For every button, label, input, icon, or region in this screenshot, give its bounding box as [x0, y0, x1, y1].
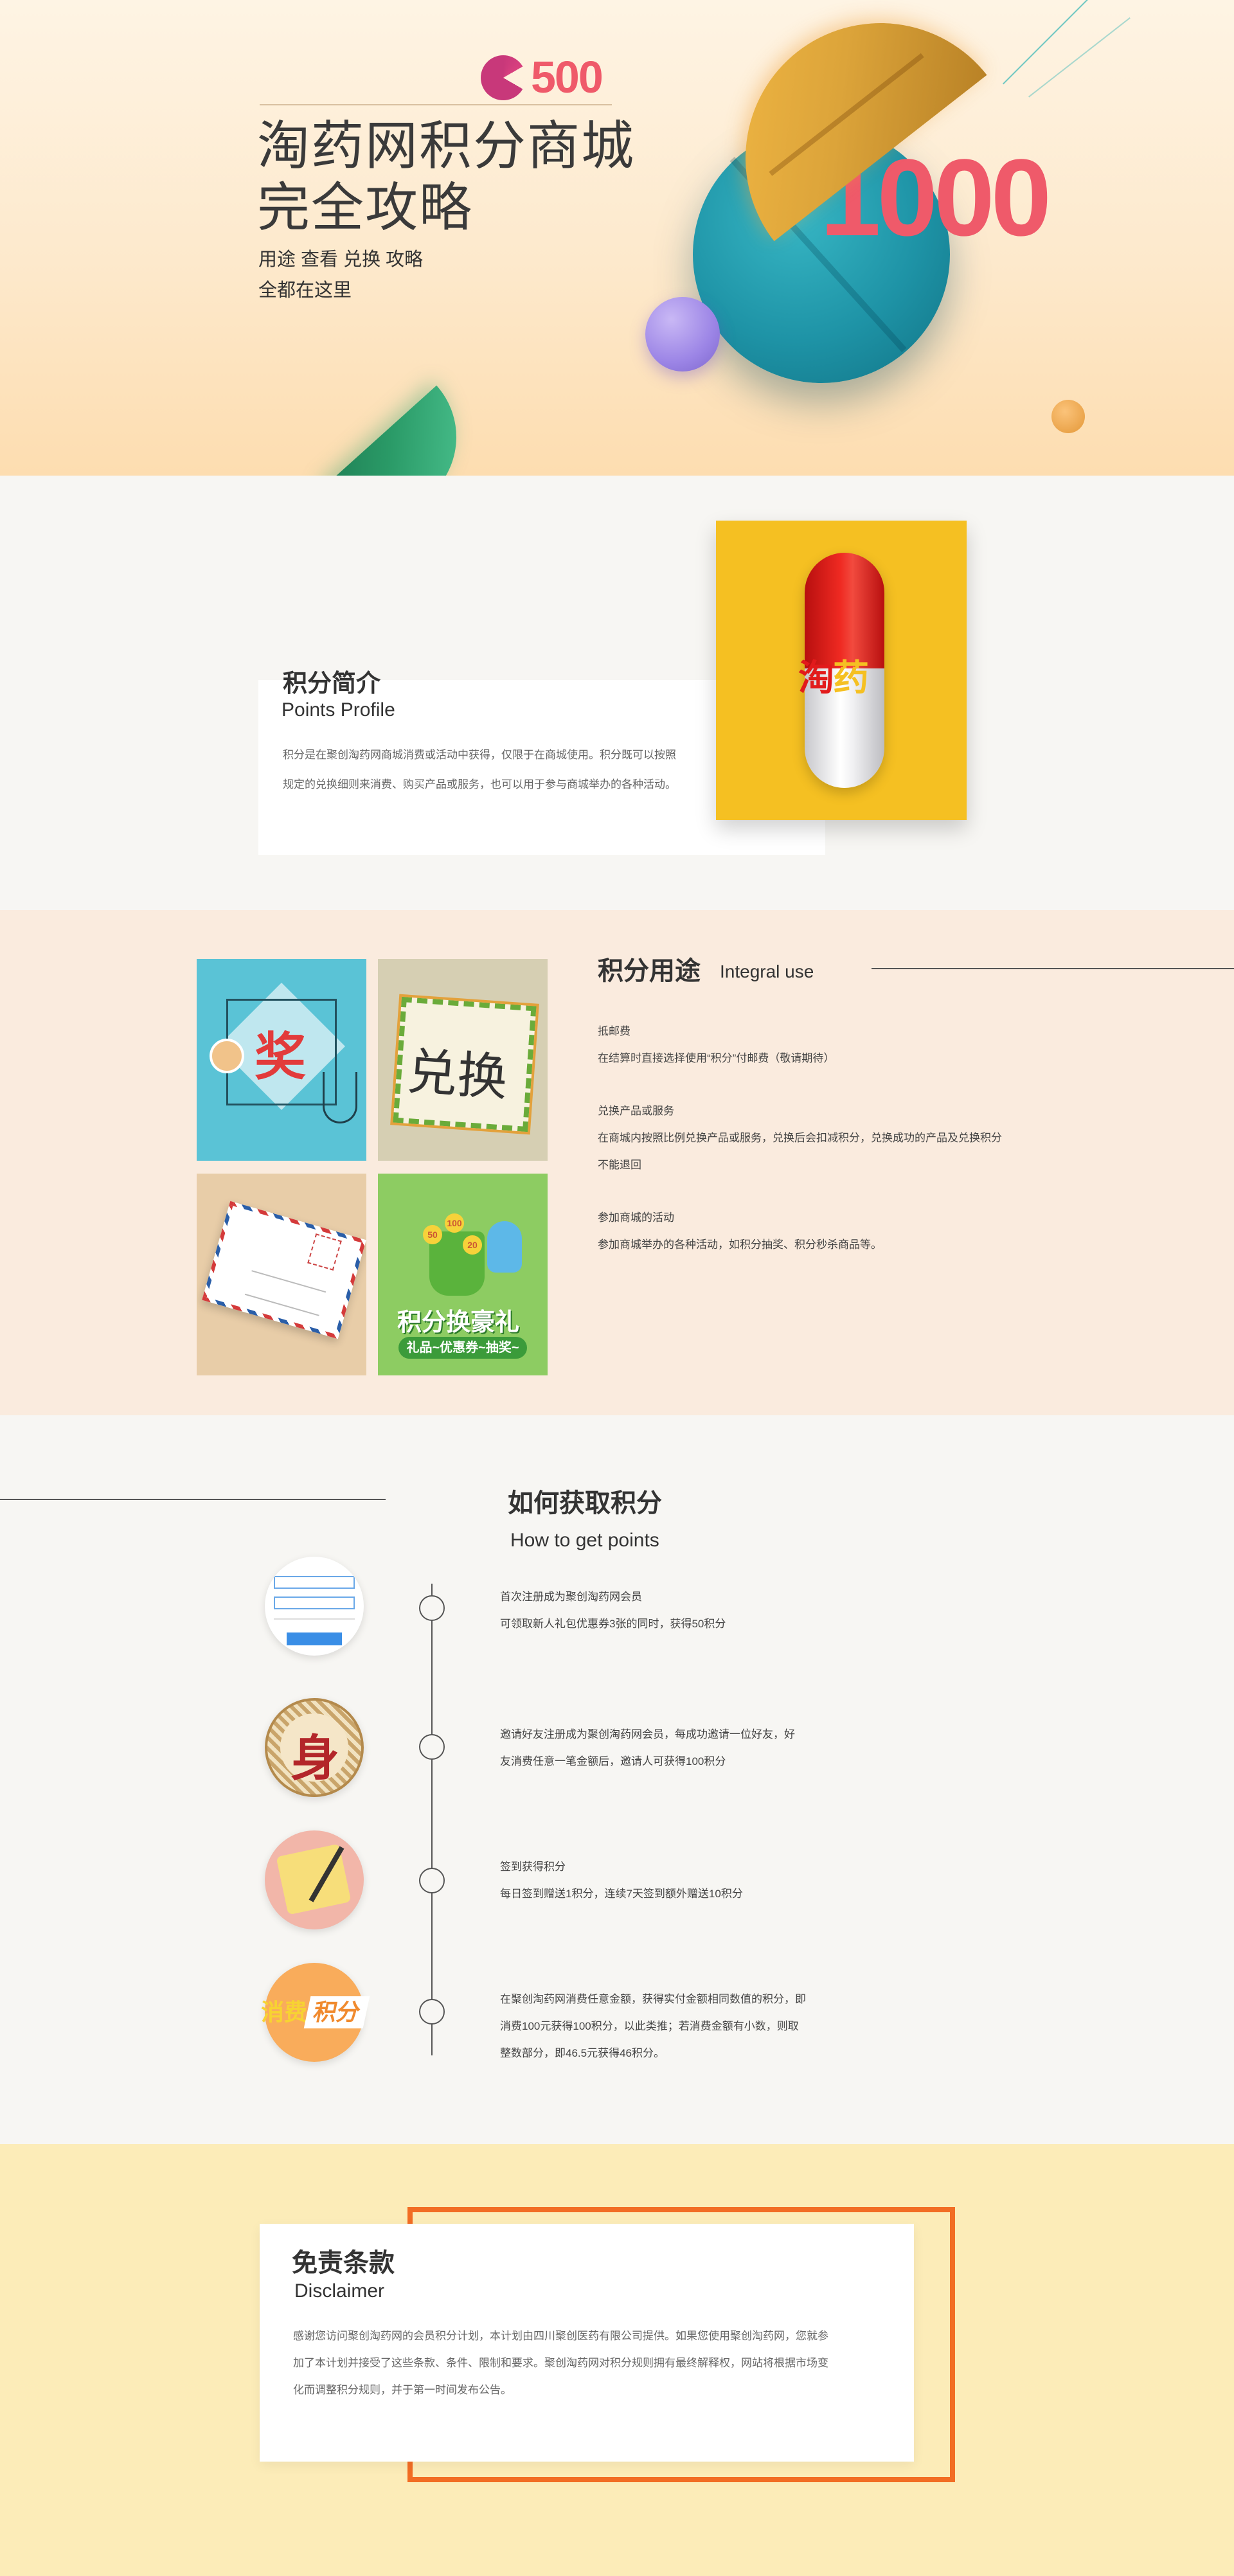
integral-use-section: 奖 兑换 50 100 20 积分换豪礼 礼品~优惠券~抽奖~ 积分用途 Int…	[0, 910, 1234, 1415]
hero-subtitle-line1: 用途 查看 兑换 攻略	[258, 249, 424, 270]
use-item: 参加商城的活动 参加商城举办的各种活动，如积分抽奖、积分秒杀商品等。	[598, 1204, 1009, 1258]
register-form-icon	[265, 1557, 364, 1656]
disclaimer-title-cn: 免责条款	[292, 2249, 395, 2277]
page-title-line2: 完全攻略	[257, 179, 474, 237]
disclaimer-section: 免责条款 Disclaimer 感谢您访问聚创淘药网的会员积分计划，本计划由四川…	[0, 2144, 1234, 2576]
use-item: 兑换产品或服务 在商城内按照比例兑换产品或服务，兑换后会扣减积分，兑换成功的产品…	[598, 1098, 1009, 1179]
hero-subtitle: 用途 查看 兑换 攻略 全都在这里	[258, 244, 423, 306]
consume-points-label: 消费 积分	[261, 1996, 374, 2028]
how-step-line: 整数部分，即46.5元获得46积分。	[500, 2047, 665, 2059]
decor-line	[1003, 0, 1122, 85]
orange-pill-illustration	[1051, 400, 1085, 433]
timeline-node	[419, 1868, 445, 1893]
how-step-line: 在聚创淘药网消费任意金额，获得实付金额相同数值的积分，即	[500, 1993, 806, 2005]
use-item-heading: 兑换产品或服务	[598, 1105, 674, 1117]
use-title-en: Integral use	[720, 962, 814, 981]
capsule-label-a: 淘	[798, 657, 834, 698]
how-step-text: 首次注册成为聚创淘药网会员 可领取新人礼包优惠券3张的同时，获得50积分	[500, 1584, 860, 1638]
timeline-node	[419, 1595, 445, 1621]
how-divider	[0, 1499, 386, 1500]
gift-tile-title: 积分换豪礼	[397, 1309, 520, 1336]
how-step-line: 每日签到赠送1积分，连续7天签到额外赠送10积分	[500, 1888, 743, 1900]
use-item-heading: 抵邮费	[598, 1025, 630, 1037]
use-item-heading: 参加商城的活动	[598, 1212, 674, 1224]
gift-tile: 50 100 20 积分换豪礼 礼品~优惠券~抽奖~	[378, 1174, 548, 1375]
dolphin-mascot-icon	[487, 1221, 522, 1273]
postage-tile	[197, 1174, 366, 1375]
page-title: 淘药网积分商城 完全攻略	[257, 116, 656, 239]
seal-glyph: 身	[291, 1731, 339, 1786]
disclaimer-description: 感谢您访问聚创淘药网的会员积分计划，本计划由四川聚创医药有限公司提供。如果您使用…	[293, 2330, 828, 2396]
how-step-line: 首次注册成为聚创淘药网会员	[500, 1591, 642, 1603]
timeline-node	[419, 1734, 445, 1760]
how-title-en: How to get points	[510, 1530, 659, 1551]
hero-subtitle-line2: 全都在这里	[258, 280, 352, 301]
how-step-line: 消费100元获得100积分，以此类推；若消费金额有小数，则取	[500, 2020, 799, 2032]
reward-tile-label: 奖	[255, 1028, 306, 1086]
title-divider	[260, 104, 612, 105]
consume-points-label-a: 消费	[261, 1999, 308, 2025]
reward-tile: 奖	[197, 959, 366, 1161]
points-500-badge: 500	[531, 52, 604, 102]
how-step-line: 可领取新人礼包优惠券3张的同时，获得50积分	[500, 1618, 726, 1630]
how-title-cn: 如何获取积分	[508, 1489, 662, 1517]
consume-points-icon: 消费 积分	[261, 1963, 370, 2062]
profile-description: 积分是在聚创淘药网商城消费或活动中获得，仅限于在商城使用。积分既可以按照规定的兑…	[283, 749, 676, 791]
envelope-icon	[202, 1201, 366, 1339]
coin-icon: 100	[445, 1213, 464, 1233]
capsule-label: 淘药	[798, 649, 869, 701]
how-step-text: 在聚创淘药网消费任意金额，获得实付金额相同数值的积分，即 消费100元获得100…	[500, 1986, 860, 2067]
coin-icon: 20	[463, 1235, 482, 1255]
exchange-tile: 兑换	[378, 959, 548, 1161]
exchange-tile-label: 兑换	[405, 1042, 510, 1107]
use-divider	[872, 968, 1234, 969]
calendar-sign-icon	[265, 1830, 364, 1929]
profile-title-en: Points Profile	[282, 699, 395, 720]
hero-banner: 1000 500 淘药网积分商城 完全攻略 用途 查看 兑换 攻略 全都在这里	[0, 0, 1234, 476]
use-item: 抵邮费 在结算时直接选择使用“积分”付邮费（敬请期待）	[598, 1018, 1009, 1072]
owl-icon	[210, 1039, 244, 1073]
how-step-line: 友消费任意一笔金额后，邀请人可获得100积分	[500, 1755, 726, 1767]
how-step-text: 签到获得积分 每日签到赠送1积分，连续7天签到额外赠送10积分	[500, 1854, 860, 1908]
purple-pill-illustration	[645, 297, 720, 371]
timeline-node	[419, 1999, 445, 2025]
how-step-text: 邀请好友注册成为聚创淘药网会员，每成功邀请一位好友，好 友消费任意一笔金额后，邀…	[500, 1721, 860, 1775]
use-item-body: 在结算时直接选择使用“积分”付邮费（敬请期待）	[598, 1052, 835, 1064]
gift-tile-subtitle: 礼品~优惠券~抽奖~	[398, 1337, 527, 1359]
how-step-line: 邀请好友注册成为聚创淘药网会员，每成功邀请一位好友，好	[500, 1728, 795, 1740]
capsule-illustration: 淘药	[716, 521, 967, 820]
decor-line	[1028, 17, 1131, 98]
green-pill-illustration	[321, 385, 488, 476]
disclaimer-title-en: Disclaimer	[294, 2280, 385, 2302]
profile-title-cn: 积分简介	[283, 670, 381, 697]
timeline-line	[431, 1584, 433, 2055]
page-title-line1: 淘药网积分商城	[257, 117, 636, 175]
how-step-line: 签到获得积分	[500, 1861, 566, 1873]
use-item-body: 参加商城举办的各种活动，如积分抽奖、积分秒杀商品等。	[598, 1239, 882, 1251]
invite-seal-icon: 身	[265, 1698, 364, 1797]
points-profile-section: 积分简介 Points Profile 积分是在聚创淘药网商城消费或活动中获得，…	[0, 476, 1234, 910]
consume-points-label-b: 积分	[303, 1996, 370, 2028]
pie-icon	[481, 55, 526, 100]
use-title-cn: 积分用途	[598, 957, 701, 985]
coin-icon: 50	[423, 1225, 442, 1244]
capsule-label-b: 药	[833, 657, 869, 698]
how-to-get-points-section: 如何获取积分 How to get points 首次注册成为聚创淘药网会员 可…	[0, 1415, 1234, 2144]
use-item-body: 在商城内按照比例兑换产品或服务，兑换后会扣减积分，兑换成功的产品及兑换积分不能退…	[598, 1132, 1002, 1171]
